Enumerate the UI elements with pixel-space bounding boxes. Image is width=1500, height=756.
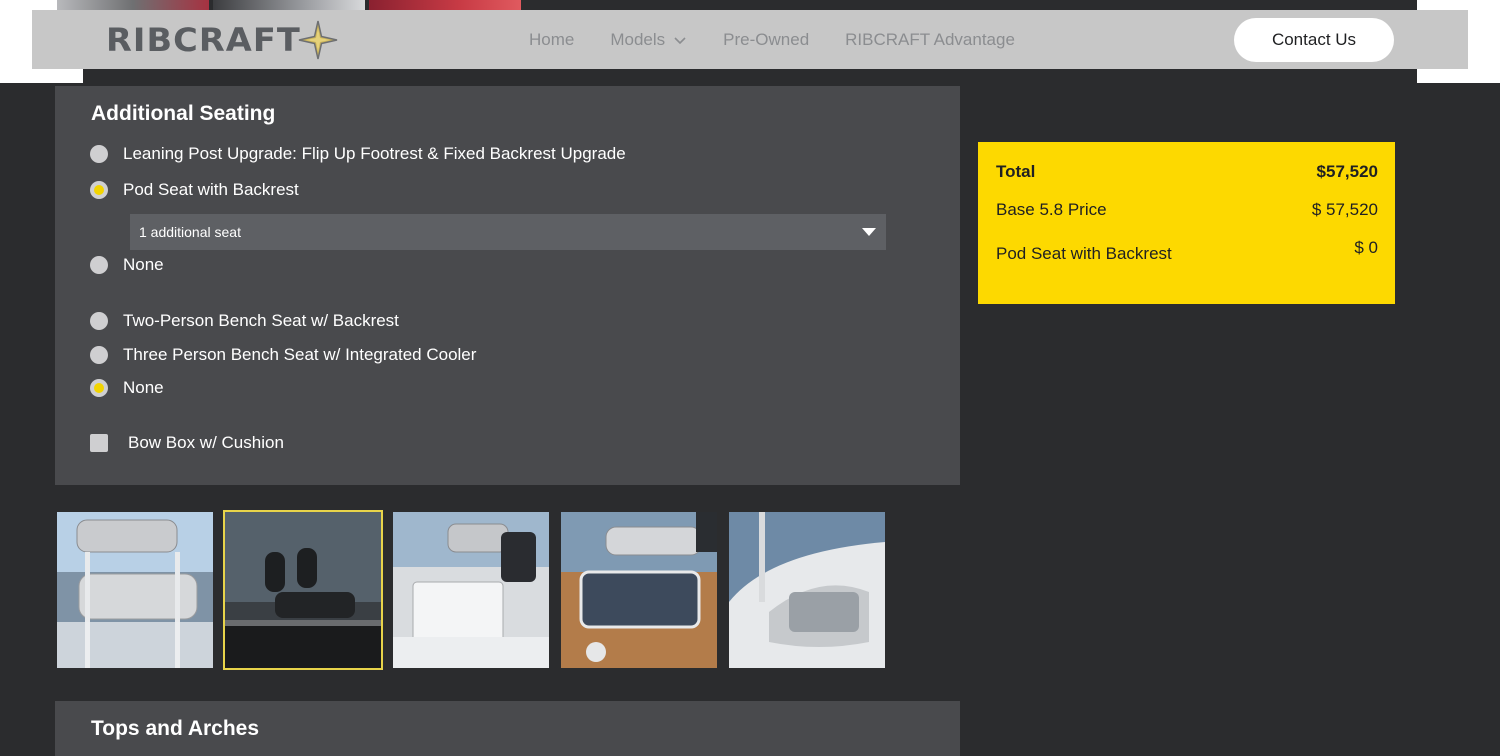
option-pod-seat[interactable]: Pod Seat with Backrest [90, 180, 299, 200]
bench-seat-photo [561, 512, 717, 668]
additional-seating-panel: Additional Seating Leaning Post Upgrade:… [55, 86, 960, 485]
checkbox[interactable] [90, 434, 108, 452]
nav-models-link[interactable]: Models [610, 30, 687, 50]
radio-button[interactable] [90, 312, 108, 330]
logo-wordmark: RIBCRAFT [106, 21, 301, 59]
summary-pod-row: Pod Seat with Backrest $ 0 [996, 238, 1378, 264]
option-label: Two-Person Bench Seat w/ Backrest [123, 311, 399, 330]
contact-us-button[interactable]: Contact Us [1234, 18, 1394, 62]
option-none-group2[interactable]: None [90, 378, 164, 398]
select-value: 1 additional seat [139, 224, 241, 240]
nav-models-label: Models [610, 29, 666, 49]
base-price-value: $ 57,520 [1311, 200, 1378, 219]
option-three-person-bench[interactable]: Three Person Bench Seat w/ Integrated Co… [90, 345, 476, 365]
option-two-person-bench[interactable]: Two-Person Bench Seat w/ Backrest [90, 311, 399, 331]
price-summary: Total $57,520 Base 5.8 Price $ 57,520 Po… [978, 142, 1395, 304]
option-label: Three Person Bench Seat w/ Integrated Co… [123, 345, 477, 364]
option-bow-box[interactable]: Bow Box w/ Cushion [90, 433, 284, 453]
seat-photo-thumbnail[interactable] [57, 512, 213, 668]
bow-box-photo [729, 512, 885, 668]
option-label: None [123, 255, 164, 274]
star-logo-icon [298, 20, 337, 60]
pod-seat-value: $ 0 [1354, 238, 1378, 257]
radio-button[interactable] [90, 145, 108, 163]
bench-cooler-photo [393, 512, 549, 668]
total-label: Total [996, 162, 1036, 181]
nav-links: Home Models Pre-Owned RIBCRAFT Advantage [529, 10, 1015, 69]
pod-seat-label: Pod Seat with Backrest [996, 244, 1172, 263]
tops-and-arches-panel: Tops and Arches [55, 701, 960, 756]
radio-button-checked[interactable] [90, 379, 108, 397]
summary-base-row: Base 5.8 Price $ 57,520 [996, 200, 1378, 220]
radio-button[interactable] [90, 256, 108, 274]
option-label: None [123, 378, 164, 397]
nav-home-link[interactable]: Home [529, 30, 574, 50]
leaning-post-photo [57, 512, 213, 668]
seat-photo-thumbnail[interactable] [561, 512, 717, 668]
section-title: Additional Seating [91, 102, 276, 125]
summary-total-row: Total $57,520 [996, 162, 1378, 182]
seat-photo-thumbnail[interactable] [729, 512, 885, 668]
seat-photo-thumbnail-selected[interactable] [223, 510, 383, 670]
seat-photo-thumbnail[interactable] [393, 512, 549, 668]
radio-button-checked[interactable] [90, 181, 108, 199]
seat-count-select[interactable]: 1 additional seat [130, 214, 886, 250]
nav-preowned-link[interactable]: Pre-Owned [723, 30, 809, 50]
pod-seat-photo [225, 512, 381, 668]
ribcraft-logo[interactable]: RIBCRAFT [106, 20, 338, 60]
option-label: Pod Seat with Backrest [123, 180, 299, 199]
radio-button[interactable] [90, 346, 108, 364]
base-price-label: Base 5.8 Price [996, 200, 1107, 219]
section-title: Tops and Arches [91, 717, 260, 740]
option-leaning-post-upgrade[interactable]: Leaning Post Upgrade: Flip Up Footrest &… [90, 144, 626, 164]
option-label: Leaning Post Upgrade: Flip Up Footrest &… [123, 144, 626, 163]
chevron-down-icon [674, 36, 686, 44]
option-none-group1[interactable]: None [90, 255, 164, 275]
option-label: Bow Box w/ Cushion [128, 433, 284, 452]
caret-down-icon [862, 228, 876, 236]
nav-advantage-link[interactable]: RIBCRAFT Advantage [845, 30, 1015, 50]
total-value: $57,520 [1316, 162, 1378, 181]
main-navbar: RIBCRAFT Home Models Pre-Owned RIBCRAFT … [32, 10, 1468, 69]
